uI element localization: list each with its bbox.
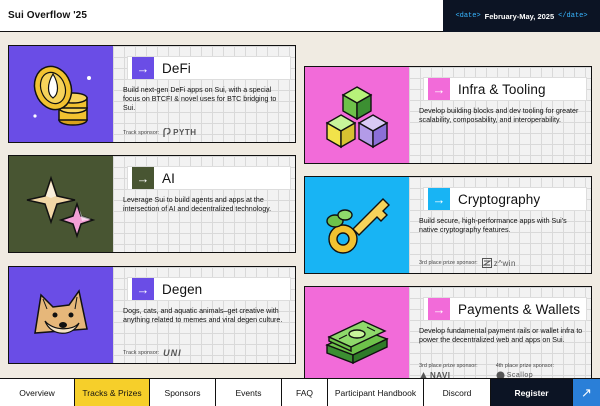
money-stack-art xyxy=(305,287,409,383)
register-button[interactable]: Register xyxy=(491,379,573,406)
coins-icon xyxy=(33,65,91,126)
track-card-degen[interactable]: → Degen Dogs, cats, and aquatic animals–… xyxy=(8,266,296,364)
doge-icon xyxy=(34,289,88,334)
sparkle-icon xyxy=(26,175,96,239)
track-body: → AI Leverage Sui to build agents and ap… xyxy=(113,156,295,252)
key-icon xyxy=(326,198,390,254)
pyth-icon xyxy=(163,128,171,137)
track-title-row: → DeFi xyxy=(127,56,291,80)
doge-art xyxy=(9,267,113,363)
money-stack-icon xyxy=(325,320,389,365)
nav-faq[interactable]: FAQ xyxy=(282,379,328,406)
track-title: DeFi xyxy=(162,60,191,76)
track-title-row: → Degen xyxy=(127,277,291,301)
zkwin-logo: z^win xyxy=(481,258,516,268)
track-description: Leverage Sui to build agents and apps at… xyxy=(123,196,272,213)
sponsor-row: 3rd place prize sponsor: z^win xyxy=(419,258,516,268)
top-header: Sui Overflow '25 <date> February-May, 20… xyxy=(0,0,600,32)
track-description: Develop building blocks and dev tooling … xyxy=(419,107,579,124)
nav-discord[interactable]: Discord xyxy=(424,379,491,406)
track-title-row: → Payments & Wallets xyxy=(423,297,587,321)
track-title-row: → AI xyxy=(127,166,291,190)
track-title: Payments & Wallets xyxy=(458,301,581,317)
track-title: Cryptography xyxy=(458,191,541,207)
date-text: February-May, 2025 xyxy=(484,11,555,21)
nav-overview[interactable]: Overview xyxy=(0,379,75,406)
uni-logo: UNI xyxy=(163,348,182,358)
bottom-nav: Overview Tracks & Prizes Sponsors Events… xyxy=(0,378,600,406)
track-description: Develop fundamental payment rails or wal… xyxy=(419,327,583,344)
arrow-right-icon[interactable]: → xyxy=(132,278,154,300)
sponsor-name: PYTH xyxy=(173,128,197,137)
track-title: Infra & Tooling xyxy=(458,81,546,97)
track-card-ai[interactable]: → AI Leverage Sui to build agents and ap… xyxy=(8,155,296,253)
brand-title[interactable]: Sui Overflow '25 xyxy=(8,10,87,21)
track-title: Degen xyxy=(162,281,203,297)
track-title-row: → Infra & Tooling xyxy=(423,77,587,101)
date-badge: <date> February-May, 2025 </date> xyxy=(443,0,600,32)
track-body: → DeFi Build next-gen DeFi apps on Sui, … xyxy=(113,46,295,142)
sponsor-label: Track sponsor: xyxy=(123,129,160,136)
sponsor-label: Track sponsor: xyxy=(123,350,160,356)
arrow-right-icon[interactable]: → xyxy=(428,78,450,100)
track-body: → Infra & Tooling Develop building block… xyxy=(409,67,591,163)
sponsor-row: Track sponsor: UNI xyxy=(123,348,182,358)
track-card-cryptography[interactable]: → Cryptography Build secure, high-perfor… xyxy=(304,176,592,274)
track-card-defi[interactable]: → DeFi Build next-gen DeFi apps on Sui, … xyxy=(8,45,296,143)
arrow-right-icon[interactable]: → xyxy=(132,167,154,189)
track-card-payments[interactable]: → Payments & Wallets Develop fundamental… xyxy=(304,286,592,384)
track-body: → Payments & Wallets Develop fundamental… xyxy=(409,287,591,383)
arrow-right-icon[interactable]: → xyxy=(428,188,450,210)
key-art xyxy=(305,177,409,273)
sponsor-label: 4th place prize sponsor: xyxy=(495,363,555,369)
nav-events[interactable]: Events xyxy=(216,379,282,406)
track-body: → Degen Dogs, cats, and aquatic animals–… xyxy=(113,267,295,363)
track-description: Build secure, high-performance apps with… xyxy=(419,217,567,234)
track-title: AI xyxy=(162,170,175,186)
pyth-logo: PYTH xyxy=(163,128,196,137)
track-description: Dogs, cats, and aquatic animals–get crea… xyxy=(123,307,283,324)
sponsor-name: UNI xyxy=(163,348,182,358)
external-link-icon[interactable]: ↗ xyxy=(573,379,600,406)
date-open-tag: <date> xyxy=(455,12,481,20)
sparkle-art xyxy=(9,156,113,252)
arrow-right-icon[interactable]: → xyxy=(132,57,154,79)
coins-art xyxy=(9,46,113,142)
track-card-infra[interactable]: → Infra & Tooling Develop building block… xyxy=(304,66,592,164)
nav-sponsors[interactable]: Sponsors xyxy=(150,379,216,406)
nav-participant-handbook[interactable]: Participant Handbook xyxy=(328,379,424,406)
cubes-icon xyxy=(325,86,389,149)
cubes-art xyxy=(305,67,409,163)
arrow-right-icon[interactable]: → xyxy=(428,298,450,320)
sponsor-row: Track sponsor: PYTH xyxy=(123,128,197,137)
track-description: Build next-gen DeFi apps on Sui, with a … xyxy=(123,86,277,112)
zkwin-icon xyxy=(481,258,492,268)
sponsor-label: 3rd place prize sponsor: xyxy=(419,260,478,266)
track-title-row: → Cryptography xyxy=(423,187,587,211)
nav-tracks-prizes[interactable]: Tracks & Prizes xyxy=(75,379,150,406)
sponsor-name: z^win xyxy=(493,258,516,268)
sponsor-label: 3rd place prize sponsor: xyxy=(419,363,478,369)
track-body: → Cryptography Build secure, high-perfor… xyxy=(409,177,591,273)
date-close-tag: </date> xyxy=(558,12,588,20)
